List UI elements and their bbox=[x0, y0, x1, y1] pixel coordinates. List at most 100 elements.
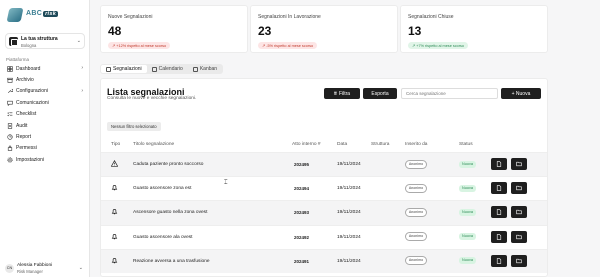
document-icon bbox=[496, 233, 502, 240]
folder-icon bbox=[516, 258, 522, 263]
audit-icon bbox=[7, 122, 13, 129]
row-title: Guasto ascensore zona est bbox=[133, 186, 192, 192]
inserted-by-badge: Anonimo bbox=[405, 207, 427, 217]
app-logo[interactable]: ABC risk bbox=[6, 6, 70, 24]
stat-title: Segnalazioni Chiuse bbox=[408, 14, 454, 20]
column-header[interactable]: Titolo segnalazione bbox=[133, 142, 174, 147]
table-row[interactable]: Guasto ascensore ala ovest 202492 19/11/… bbox=[101, 224, 547, 249]
warning-icon bbox=[110, 159, 119, 167]
row-number: 202494 bbox=[294, 186, 310, 192]
logo-text: ABC bbox=[26, 10, 43, 17]
row-title: Guasto ascensore ala ovest bbox=[133, 234, 193, 240]
inserted-by-badge: Anonimo bbox=[405, 232, 427, 242]
row-number: 202493 bbox=[294, 210, 310, 216]
row-title: Ascensore guasto nella zona ovest bbox=[133, 210, 208, 216]
sidebar-item-label: Report bbox=[16, 134, 32, 141]
chevron-updown-icon: ⌄ bbox=[76, 38, 81, 44]
inserted-by-badge: Anonimo bbox=[405, 183, 427, 193]
user-name: Alessia Fabbioni bbox=[17, 263, 53, 268]
column-header[interactable]: Data bbox=[337, 142, 347, 147]
inserted-by-badge: Anonimo bbox=[405, 159, 427, 169]
view-tabs: Segnalazioni Calendario Kanban bbox=[100, 64, 224, 74]
stat-trend: ↗ -5% rispetto al mese scorso bbox=[258, 42, 318, 49]
table-row[interactable]: Caduta paziente pronto soccorso 202495 1… bbox=[101, 152, 547, 177]
structure-selector[interactable]: La tua struttura Bologna ⌄ bbox=[5, 33, 85, 49]
row-number: 202492 bbox=[294, 234, 310, 240]
bell-icon bbox=[111, 233, 118, 240]
open-folder-button[interactable] bbox=[511, 158, 527, 170]
chevron-right-icon: › bbox=[81, 65, 83, 71]
row-date: 19/11/2024 bbox=[337, 234, 361, 240]
column-header[interactable]: Struttura bbox=[371, 142, 389, 147]
filter-button[interactable]: ⩸ Filtra bbox=[324, 88, 360, 99]
column-header[interactable]: Status bbox=[459, 142, 473, 147]
sidebar-item-impostazioni[interactable]: Impostazioni bbox=[5, 154, 85, 165]
stat-trend: ↗ +7% rispetto al mese scorso bbox=[408, 42, 469, 49]
checklist-icon bbox=[7, 111, 13, 117]
status-badge: Nuova bbox=[459, 233, 476, 241]
table-body: Caduta paziente pronto soccorso 202495 1… bbox=[101, 152, 547, 273]
document-icon bbox=[496, 185, 502, 191]
tab-segnalazioni[interactable]: Segnalazioni bbox=[101, 65, 147, 73]
folder-icon bbox=[516, 161, 522, 167]
row-date: 19/11/2024 bbox=[337, 186, 361, 192]
column-header[interactable]: Tipo bbox=[111, 142, 120, 147]
new-report-button[interactable]: + Nuova bbox=[501, 88, 541, 99]
stat-card-closed: Segnalazioni Chiuse 13 ↗ +7% rispetto al… bbox=[400, 5, 548, 53]
sidebar: ABC risk La tua struttura Bologna ⌄ Piatt… bbox=[0, 0, 90, 277]
mouse-cursor-icon: ⌶ bbox=[224, 180, 228, 186]
sidebar-section-label: Piattaforma bbox=[6, 57, 30, 62]
sidebar-item-checklist[interactable]: Checklist bbox=[5, 109, 85, 120]
open-folder-button[interactable] bbox=[511, 254, 527, 267]
stat-trend: ↗ +12% rispetto al mese scorso bbox=[108, 42, 171, 49]
sidebar-nav: Dashboard › Archivio Configurazioni › Co… bbox=[5, 63, 85, 166]
view-document-button[interactable] bbox=[491, 230, 507, 243]
table-row[interactable]: Ascensore guasto nella zona ovest 202493… bbox=[101, 200, 547, 225]
sidebar-item-label: Checklist bbox=[16, 111, 37, 118]
status-badge: Nuova bbox=[459, 184, 476, 192]
sidebar-item-comunicazioni[interactable]: Comunicazioni bbox=[5, 97, 85, 108]
search-input[interactable] bbox=[401, 88, 498, 99]
sidebar-item-audit[interactable]: Audit bbox=[5, 120, 85, 131]
page-subtitle: Consulta le nuove e vecchie segnalazioni… bbox=[107, 96, 197, 101]
open-folder-button[interactable] bbox=[511, 182, 527, 195]
sidebar-item-configurazioni[interactable]: Configurazioni › bbox=[5, 86, 85, 97]
stat-card-new: Nuove Segnalazioni 48 ↗ +12% rispetto al… bbox=[100, 5, 248, 53]
user-menu[interactable]: CN Alessia Fabbioni Risk Manager ⌄ bbox=[5, 262, 85, 275]
status-badge: Nuova bbox=[459, 208, 476, 216]
open-folder-button[interactable] bbox=[511, 230, 527, 243]
sidebar-item-permessi[interactable]: Permessi bbox=[5, 143, 85, 154]
stat-value: 48 bbox=[108, 24, 122, 38]
folder-icon bbox=[516, 210, 522, 215]
column-header[interactable]: Atto interno # bbox=[292, 142, 321, 147]
filter-chip[interactable]: Nessun filtro selezionato bbox=[107, 122, 161, 131]
view-document-button[interactable] bbox=[491, 182, 507, 195]
calendar-icon bbox=[151, 66, 157, 72]
table-row[interactable]: Guasto ascensore zona est 202494 19/11/2… bbox=[101, 176, 547, 200]
export-button[interactable]: Esporta bbox=[363, 88, 397, 99]
row-title: Caduta paziente pronto soccorso bbox=[133, 162, 204, 167]
inserted-by-badge: Anonimo bbox=[405, 256, 427, 266]
tab-calendario[interactable]: Calendario bbox=[147, 65, 188, 73]
reports-panel: Lista segnalazioni Consulta le nuove e v… bbox=[100, 78, 548, 277]
sidebar-item-label: Permessi bbox=[16, 145, 37, 152]
row-date: 19/11/2024 bbox=[337, 258, 361, 264]
tab-kanban[interactable]: Kanban bbox=[188, 65, 222, 73]
sidebar-item-report[interactable]: Report bbox=[5, 131, 85, 142]
sidebar-item-label: Dashboard bbox=[16, 65, 41, 72]
view-document-button[interactable] bbox=[491, 206, 507, 219]
wrench-icon bbox=[7, 88, 14, 94]
sidebar-item-dashboard[interactable]: Dashboard › bbox=[5, 63, 85, 74]
table-row[interactable]: Reazione avversa a una trasfusione 20249… bbox=[101, 248, 547, 273]
open-folder-button[interactable] bbox=[511, 206, 527, 219]
document-icon bbox=[496, 209, 502, 216]
stat-title: Segnalazioni In Lavorazione bbox=[258, 14, 321, 20]
sidebar-item-archivio[interactable]: Archivio bbox=[5, 74, 85, 85]
structure-name: La tua struttura bbox=[21, 36, 58, 42]
row-number: 202491 bbox=[294, 258, 310, 264]
stat-card-in-progress: Segnalazioni In Lavorazione 23 ↗ -5% ris… bbox=[250, 5, 398, 53]
view-document-button[interactable] bbox=[491, 158, 507, 170]
column-header[interactable]: Inserito da bbox=[405, 142, 427, 147]
view-document-button[interactable] bbox=[491, 254, 507, 267]
stat-title: Nuove Segnalazioni bbox=[108, 14, 153, 20]
